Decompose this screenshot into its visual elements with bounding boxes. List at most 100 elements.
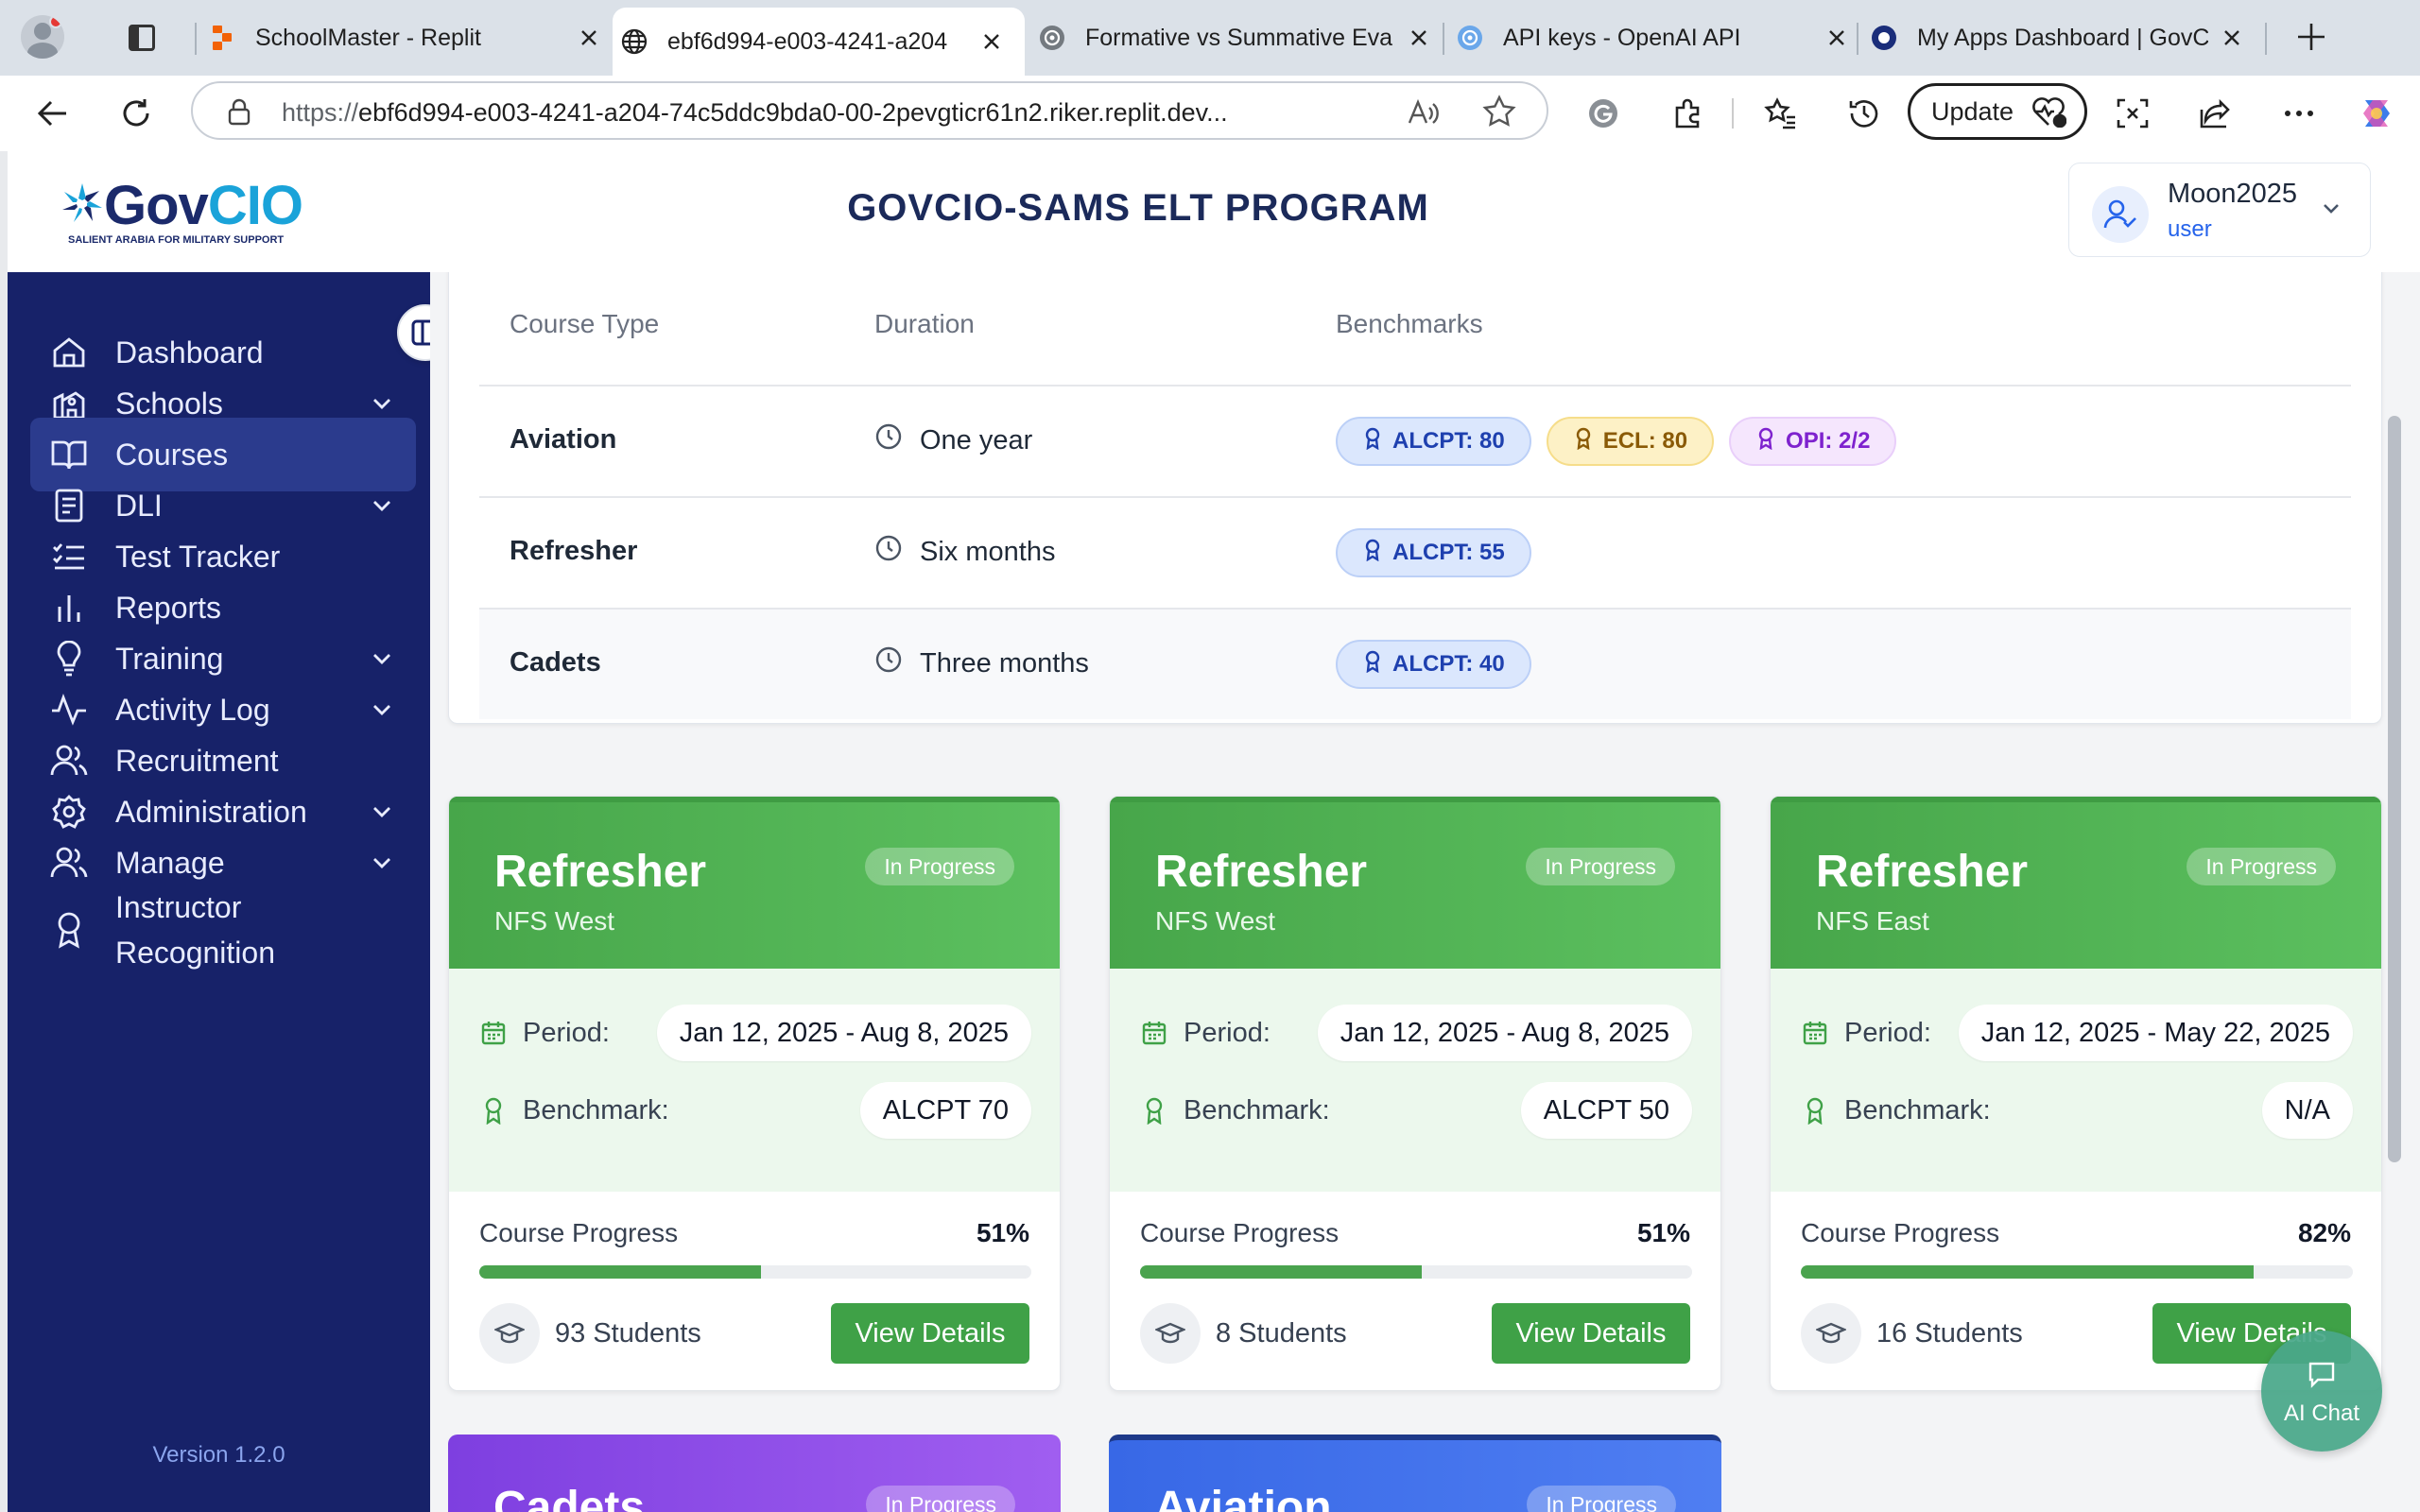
close-icon[interactable] bbox=[1405, 24, 1433, 52]
extensions-icon[interactable] bbox=[1669, 94, 1707, 132]
view-details-button[interactable]: View Details bbox=[831, 1303, 1029, 1364]
calendar-icon bbox=[479, 1019, 508, 1047]
user-check-icon bbox=[2092, 186, 2149, 243]
benchmark-badge: ALCPT: 80 bbox=[1336, 417, 1531, 466]
benchmark-value: ALCPT 50 bbox=[1520, 1082, 1692, 1139]
course-name: Aviation bbox=[1154, 1483, 1332, 1512]
update-label: Update bbox=[1931, 96, 2014, 126]
sidebar-item-label: Test Tracker bbox=[115, 539, 281, 574]
update-button[interactable]: Update bbox=[1908, 83, 2087, 140]
new-tab-icon[interactable] bbox=[2295, 21, 2327, 53]
period-row: Period: Jan 12, 2025 - Aug 8, 2025 bbox=[479, 1005, 1031, 1061]
course-name: Refresher bbox=[494, 847, 707, 897]
lock-icon[interactable] bbox=[227, 98, 251, 131]
award-icon bbox=[1364, 650, 1381, 679]
profile-avatar[interactable] bbox=[21, 15, 64, 59]
tab-api-keys[interactable]: API keys - OpenAI API bbox=[1456, 9, 1851, 66]
graduation-cap-icon bbox=[1801, 1303, 1861, 1364]
tab-current-app[interactable]: ebf6d994-e003-4241-a204 bbox=[613, 8, 1025, 76]
sidebar-item-label: Administration bbox=[115, 794, 307, 829]
okta-icon bbox=[1870, 24, 1898, 52]
close-icon[interactable] bbox=[1823, 24, 1851, 52]
view-details-button[interactable]: View Details bbox=[1492, 1303, 1690, 1364]
course-details: Period: Jan 12, 2025 - Aug 8, 2025 Bench… bbox=[449, 969, 1060, 1192]
course-location: NFS West bbox=[494, 906, 615, 936]
course-card-header: Refresher NFS West In Progress bbox=[1110, 797, 1720, 969]
award-icon bbox=[1801, 1096, 1829, 1125]
copilot-icon[interactable] bbox=[2358, 94, 2395, 132]
read-aloud-icon[interactable] bbox=[1407, 96, 1439, 133]
replit-icon bbox=[208, 24, 236, 52]
course-card: Refresher NFS East In Progress Period: J… bbox=[1770, 796, 2382, 1391]
more-icon[interactable] bbox=[2280, 94, 2318, 132]
status-badge: In Progress bbox=[865, 848, 1014, 885]
address-bar[interactable]: https://ebf6d994-e003-4241-a204-74c5ddc9… bbox=[191, 81, 1548, 140]
progress-label: Course Progress bbox=[479, 1218, 679, 1247]
period-row: Period: Jan 12, 2025 - May 22, 2025 bbox=[1801, 1005, 2353, 1061]
badge-text: ECL: 80 bbox=[1602, 428, 1688, 454]
status-badge: In Progress bbox=[2187, 848, 2336, 885]
student-count: 16 Students bbox=[1801, 1303, 2023, 1364]
tab-formative[interactable]: Formative vs Summative Eva bbox=[1038, 9, 1433, 66]
student-count-text: 8 Students bbox=[1216, 1317, 1347, 1349]
award-icon bbox=[1757, 427, 1774, 456]
progress-bar bbox=[1140, 1265, 1692, 1279]
table-row: Refresher Six months ALCPT: 55 bbox=[479, 496, 2351, 608]
duration-value: One year bbox=[920, 424, 1033, 455]
user-menu[interactable]: Moon2025 user bbox=[2068, 163, 2371, 257]
table-row: Aviation One year ALCPT: 80 ECL: 80 OPI:… bbox=[479, 385, 2351, 496]
column-header-benchmarks: Benchmarks bbox=[1336, 309, 1483, 338]
tab-schoolmaster[interactable]: SchoolMaster - Replit bbox=[208, 9, 603, 66]
calendar-icon bbox=[1140, 1019, 1168, 1047]
back-icon[interactable] bbox=[34, 94, 72, 132]
url-text[interactable]: https://ebf6d994-e003-4241-a204-74c5ddc9… bbox=[282, 98, 1378, 128]
progress-value: 51% bbox=[1636, 1218, 1690, 1247]
sidebar-item-label: Courses bbox=[115, 437, 229, 472]
course-card-partial: Cadets In Progress bbox=[448, 1435, 1061, 1512]
course-type-cell: Aviation bbox=[510, 424, 617, 455]
tab-my-apps[interactable]: My Apps Dashboard | GovCI bbox=[1870, 9, 2246, 66]
ai-chat-button[interactable]: AI Chat bbox=[2261, 1331, 2382, 1452]
benchmark-badge: ALCPT: 55 bbox=[1336, 528, 1531, 577]
course-name: Cadets bbox=[493, 1483, 646, 1512]
clock-icon bbox=[874, 422, 903, 458]
column-header-course-type: Course Type bbox=[510, 309, 660, 338]
tab-title: ebf6d994-e003-4241-a204 bbox=[667, 27, 948, 55]
award-icon bbox=[479, 1096, 508, 1125]
favorites-icon[interactable] bbox=[1762, 94, 1800, 132]
page-scrollbar[interactable] bbox=[2388, 416, 2401, 1162]
course-details: Period: Jan 12, 2025 - Aug 8, 2025 Bench… bbox=[1110, 969, 1720, 1192]
course-details: Period: Jan 12, 2025 - May 22, 2025 Benc… bbox=[1771, 969, 2381, 1192]
label-line-1: Instructor bbox=[115, 890, 242, 924]
progress-fill bbox=[1140, 1265, 1422, 1279]
benchmark-badge: ALCPT: 40 bbox=[1336, 640, 1531, 689]
ai-chat-label: AI Chat bbox=[2283, 1400, 2360, 1426]
tab-title: Formative vs Summative Eva bbox=[1085, 24, 1393, 51]
progress-fill bbox=[479, 1265, 761, 1279]
history-icon[interactable] bbox=[1845, 94, 1883, 132]
graduation-cap-icon bbox=[479, 1303, 540, 1364]
grammarly-icon[interactable] bbox=[1584, 94, 1622, 132]
chevron-down-icon bbox=[365, 846, 399, 880]
screenshot-icon[interactable] bbox=[2114, 94, 2152, 132]
tab-title: API keys - OpenAI API bbox=[1503, 24, 1741, 51]
duration-cell: Three months bbox=[874, 645, 1089, 681]
close-icon[interactable] bbox=[977, 27, 1006, 56]
period-label: Period: bbox=[1844, 1017, 1931, 1048]
close-icon[interactable] bbox=[575, 24, 603, 52]
reload-icon[interactable] bbox=[117, 94, 155, 132]
progress-value: 82% bbox=[2297, 1218, 2351, 1247]
tab-actions-icon[interactable] bbox=[129, 25, 155, 51]
favorite-star-icon[interactable] bbox=[1482, 94, 1516, 133]
users-icon bbox=[49, 843, 89, 883]
share-icon[interactable] bbox=[2197, 94, 2235, 132]
course-card: Refresher NFS West In Progress Period: J… bbox=[448, 796, 1061, 1391]
chevron-down-icon bbox=[365, 795, 399, 829]
award-icon bbox=[1364, 539, 1381, 568]
sidebar-item-instructor-recognition[interactable]: Instructor Recognition bbox=[30, 881, 439, 979]
progress-label: Course Progress bbox=[1801, 1218, 2000, 1247]
progress-bar bbox=[479, 1265, 1031, 1279]
sidebar: Dashboard Schools Courses DLI Test Track… bbox=[8, 272, 454, 1512]
close-icon[interactable] bbox=[2218, 24, 2246, 52]
label-line-2: Recognition bbox=[115, 936, 275, 970]
